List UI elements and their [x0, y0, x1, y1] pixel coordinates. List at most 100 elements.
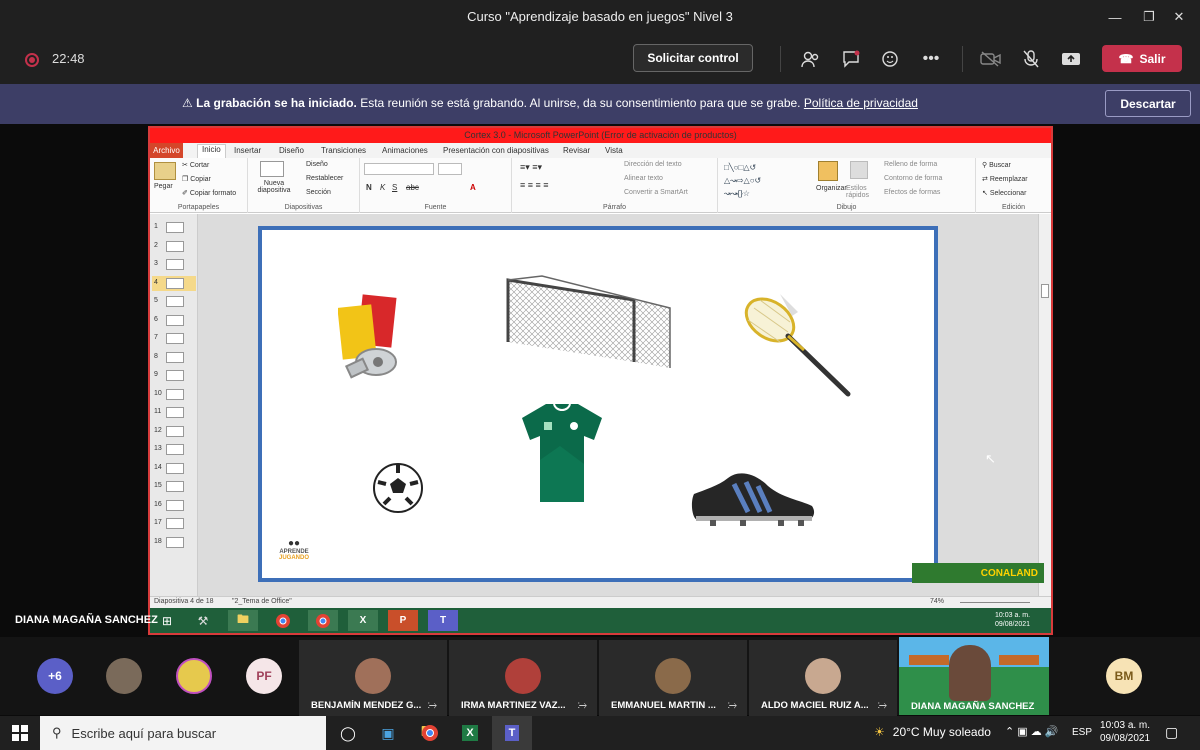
avatar-initials[interactable]: PF [246, 658, 282, 694]
shape-outline-button[interactable]: Contorno de forma [884, 175, 942, 182]
arrange-icon[interactable] [818, 161, 838, 181]
more-participants[interactable]: +6 [37, 658, 73, 694]
slide-thumbnail[interactable]: 17 [152, 516, 196, 531]
participants-icon[interactable] [798, 46, 824, 72]
taskbar-app-icon[interactable]: ▣ [368, 716, 408, 750]
layout-button[interactable]: Diseño [306, 161, 328, 168]
text-direction-button[interactable]: Dirección del texto [624, 161, 682, 168]
tab-animations[interactable]: Animaciones [382, 146, 428, 155]
reset-button[interactable]: Restablecer [306, 175, 343, 182]
excel-icon[interactable]: X [450, 716, 490, 750]
teams-icon[interactable]: T [428, 610, 458, 631]
font-name-select[interactable] [364, 163, 434, 175]
slide-thumbnail[interactable]: 10 [152, 387, 196, 402]
slide-thumbnail[interactable]: 15 [152, 479, 196, 494]
camera-off-icon[interactable] [978, 46, 1004, 72]
slide-thumbnail[interactable]: 12 [152, 424, 196, 439]
tab-design[interactable]: Diseño [279, 146, 304, 155]
paste-button[interactable]: Pegar [154, 183, 173, 190]
font-size-select[interactable] [438, 163, 462, 175]
tab-insert[interactable]: Insertar [234, 146, 261, 155]
folder-icon[interactable]: 🖿 [228, 610, 258, 631]
participant-tile[interactable]: BENJAMÍN MENDEZ G... ⧴ [299, 640, 447, 716]
tab-home[interactable]: Inicio [197, 144, 226, 158]
participant-tile[interactable]: ALDO MACIEL RUIZ A... ⧴ [749, 640, 897, 716]
task-view-icon[interactable]: ◯ [328, 716, 368, 750]
excel-icon[interactable]: X [348, 610, 378, 631]
shapes-gallery[interactable]: □╲○□△↺ △↝⇨△○↺ ↝↝{}☆ [724, 161, 812, 199]
slide-thumbnail[interactable]: 4 [152, 275, 196, 291]
language-indicator[interactable]: ESP [1072, 727, 1092, 738]
copy-button[interactable]: ❐ Copiar [182, 175, 211, 183]
share-screen-icon[interactable] [1058, 46, 1084, 72]
paste-icon[interactable] [154, 162, 176, 180]
slide-thumbnail[interactable]: 9 [152, 368, 196, 383]
mic-muted-icon[interactable] [1018, 46, 1044, 72]
privacy-policy-link[interactable]: Política de privacidad [804, 96, 918, 110]
more-options-icon[interactable]: ••• [918, 46, 944, 72]
new-slide-icon[interactable] [260, 161, 284, 177]
chrome-icon[interactable] [308, 610, 338, 631]
zoom-level[interactable]: 74% [930, 598, 944, 605]
shape-fill-button[interactable]: Relleno de forma [884, 161, 937, 168]
align-buttons[interactable]: ≡ ≡ ≡ ≡ [520, 180, 549, 190]
quick-styles-icon[interactable] [850, 161, 868, 179]
request-control-button[interactable]: Solicitar control [633, 44, 753, 72]
slide-thumbnail[interactable]: 7 [152, 331, 196, 346]
scroll-thumb[interactable] [1041, 284, 1049, 298]
tab-slideshow[interactable]: Presentación con diapositivas [443, 146, 549, 155]
cut-button[interactable]: ✂ Cortar [182, 161, 209, 169]
arrange-button[interactable]: Organizar [816, 185, 847, 192]
slide-thumbnail[interactable]: 1 [152, 220, 196, 235]
slide-thumbnail[interactable]: 3 [152, 257, 196, 272]
self-video-tile[interactable]: DIANA MAGAÑA SANCHEZ [899, 637, 1049, 715]
slide-thumbnail[interactable]: 13 [152, 442, 196, 457]
section-button[interactable]: Sección [306, 189, 331, 196]
slide-thumbnail[interactable]: 11 [152, 405, 196, 420]
taskbar-search[interactable]: ⚲ Escribe aquí para buscar [40, 716, 326, 750]
avatar[interactable] [176, 658, 212, 694]
taskbar-clock[interactable]: 10:03 a. m. 09/08/2021 [1100, 719, 1150, 745]
align-text-button[interactable]: Alinear texto [624, 175, 663, 182]
slide-thumbnail[interactable]: 8 [152, 350, 196, 365]
teams-icon[interactable]: T [492, 716, 532, 750]
bold-button[interactable]: N [366, 183, 372, 192]
quick-styles-button[interactable]: Estilos rápidos [846, 185, 876, 199]
windows-start-icon[interactable] [0, 716, 40, 750]
participant-tile[interactable]: IRMA MARTINEZ VAZ... ⧴ [449, 640, 597, 716]
smartart-button[interactable]: Convertir a SmartArt [624, 189, 688, 196]
bullets-button[interactable]: ≡▾ ≡▾ [520, 162, 542, 173]
system-tray-icons[interactable]: ⌃ ▣ ☁ 🔊 [1005, 725, 1058, 738]
replace-button[interactable]: ⇄ Reemplazar [982, 175, 1028, 183]
close-button[interactable]: ✕ [1156, 0, 1200, 34]
tab-review[interactable]: Revisar [563, 146, 590, 155]
weather-widget[interactable]: ☀ 20°C Muy soleado [874, 725, 991, 739]
tool-icon[interactable]: ⚒ [188, 610, 218, 631]
font-color-button[interactable]: A [470, 183, 476, 192]
reactions-icon[interactable] [878, 46, 904, 72]
chat-icon[interactable] [838, 46, 864, 72]
chrome-icon[interactable] [268, 610, 298, 631]
format-painter-button[interactable]: ✐ Copiar formato [182, 189, 236, 197]
shape-effects-button[interactable]: Efectos de formas [884, 189, 940, 196]
select-button[interactable]: ↖ Seleccionar [982, 189, 1026, 197]
find-button[interactable]: ⚲ Buscar [982, 161, 1011, 169]
notifications-icon[interactable]: ▢ [1165, 724, 1178, 741]
leave-button[interactable]: ☎ Salir [1102, 45, 1182, 72]
participant-tile[interactable]: EMMANUEL MARTIN ... ⧴ [599, 640, 747, 716]
strike-button[interactable]: abc [406, 183, 419, 192]
slide-thumbnail[interactable]: 18 [152, 535, 196, 550]
slide-thumbnail[interactable]: 5 [152, 294, 196, 309]
slide-thumbnail[interactable]: 6 [152, 313, 196, 328]
underline-button[interactable]: S [392, 183, 397, 192]
new-slide-button[interactable]: Nueva diapositiva [254, 180, 294, 194]
tab-view[interactable]: Vista [605, 146, 623, 155]
dismiss-button[interactable]: Descartar [1105, 90, 1191, 117]
italic-button[interactable]: K [380, 183, 385, 192]
avatar-initials[interactable]: BM [1106, 658, 1142, 694]
zoom-slider[interactable] [960, 602, 1030, 603]
slide-thumbnail[interactable]: 2 [152, 239, 196, 254]
avatar[interactable] [106, 658, 142, 694]
tab-transitions[interactable]: Transiciones [321, 146, 366, 155]
tab-file[interactable]: Archivo [150, 143, 183, 158]
